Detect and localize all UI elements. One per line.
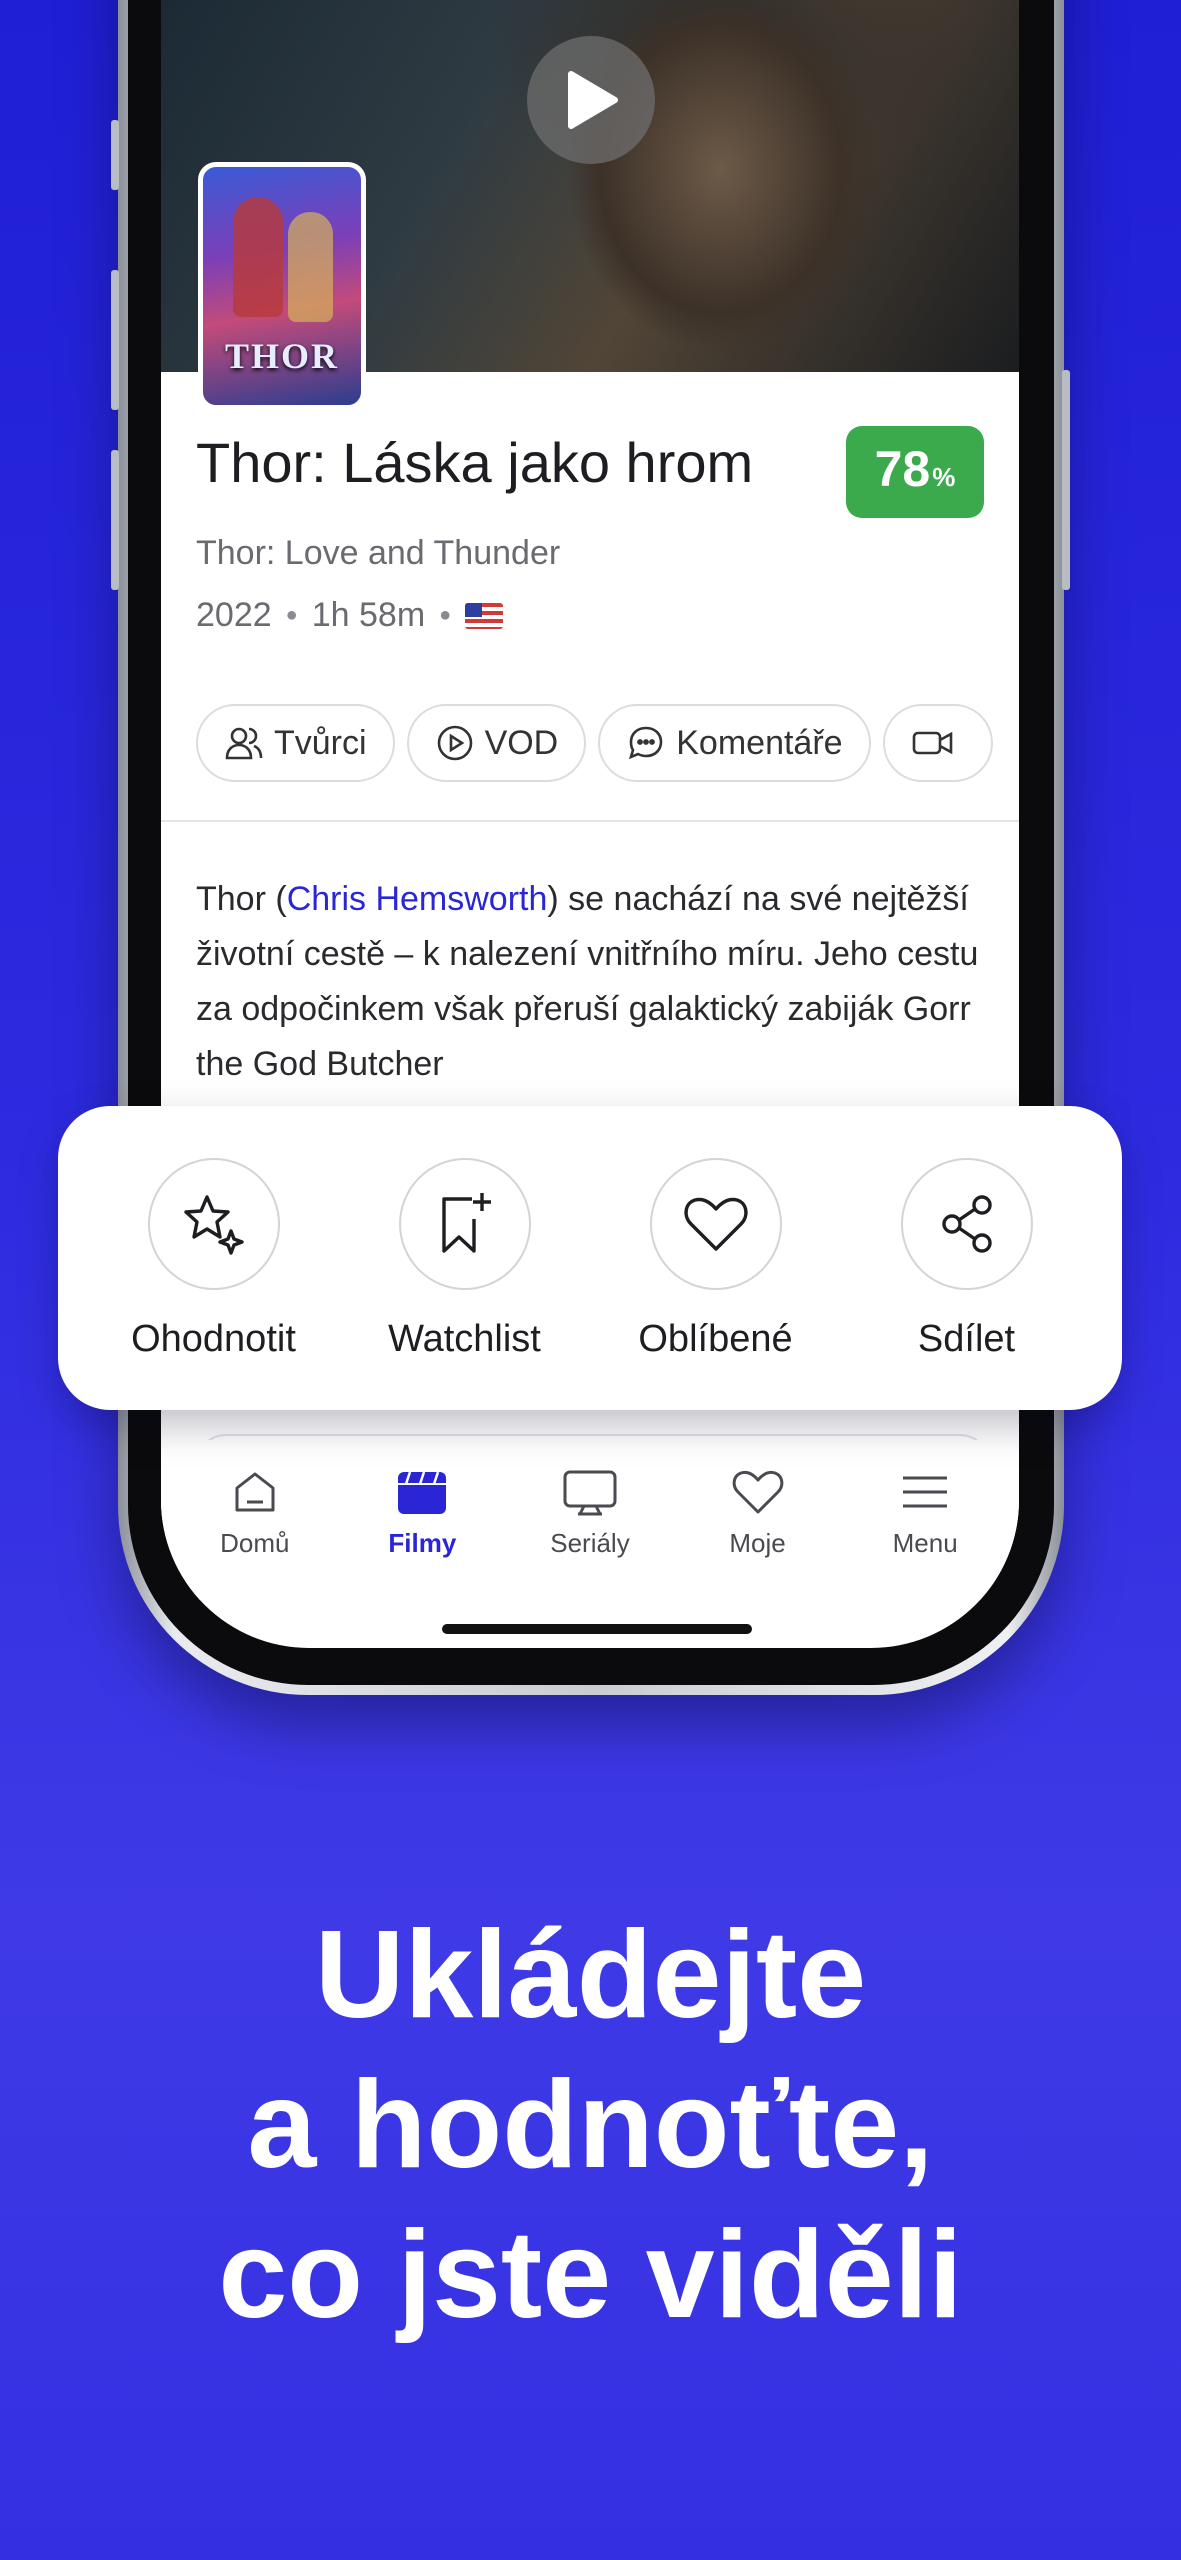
tab-menu[interactable]: Menu	[845, 1440, 1005, 1600]
bookmark-plus-icon	[441, 1193, 491, 1253]
chat-icon	[629, 726, 663, 760]
tab-label: Menu	[892, 1528, 958, 1558]
star-sparkle-icon	[183, 1195, 244, 1255]
tab-label: Seriály	[550, 1528, 630, 1558]
poster-title: THOR	[224, 336, 339, 376]
video-icon	[912, 731, 952, 755]
film-icon	[398, 1471, 447, 1514]
tab-home[interactable]: Domů	[175, 1440, 335, 1600]
rate-button[interactable]: Ohodnotit	[104, 1106, 324, 1410]
divider	[161, 820, 1019, 822]
people-icon	[225, 727, 263, 760]
menu-icon	[903, 1476, 948, 1508]
action-label: Sdílet	[917, 1318, 1016, 1360]
home-indicator[interactable]	[442, 1624, 752, 1634]
tab-series[interactable]: Seriály	[510, 1440, 670, 1600]
rating-badge: 78%	[846, 426, 984, 518]
play-icon	[568, 71, 618, 129]
chip-comments[interactable]: Komentáře	[598, 704, 871, 782]
heart-icon	[732, 1470, 783, 1514]
rating-value: 78	[874, 441, 931, 497]
marketing-headline: Ukládejte a hodnoťte, co jste viděli	[0, 1900, 1181, 2350]
favorite-button[interactable]: Oblíbené	[606, 1106, 826, 1410]
chip-vod[interactable]: VOD	[406, 704, 587, 782]
tab-label: Filmy	[388, 1528, 457, 1558]
phone-volume-down	[111, 450, 119, 590]
actor-link[interactable]: Chris Hemsworth	[287, 880, 548, 918]
headline-line: Ukládejte	[314, 1906, 867, 2044]
original-title: Thor: Love and Thunder	[196, 534, 561, 572]
movie-title: Thor: Láska jako hrom	[196, 431, 754, 494]
bottom-tab-bar: Domů Filmy Seriály Moje Menu	[161, 1440, 1019, 1600]
heart-icon	[683, 1197, 748, 1251]
us-flag-icon	[465, 602, 504, 629]
share-button[interactable]: Sdílet	[857, 1106, 1077, 1410]
headline-line: a hodnoťte,	[247, 2056, 934, 2194]
play-circle-icon	[437, 725, 472, 761]
tab-mine[interactable]: Moje	[678, 1440, 838, 1600]
watchlist-button[interactable]: Watchlist	[355, 1106, 575, 1410]
share-icon	[941, 1195, 992, 1253]
runtime: 1h 58m	[311, 596, 426, 634]
movie-meta: 2022 ● 1h 58m ●	[196, 596, 504, 635]
phone-power-button	[1062, 370, 1070, 590]
tab-label: Domů	[220, 1528, 290, 1558]
play-trailer-button[interactable]	[527, 36, 655, 164]
action-label: Oblíbené	[638, 1318, 793, 1360]
chip-creators[interactable]: Tvůrci	[196, 704, 395, 782]
movie-description: Thor (Chris Hemsworth) se nachází na své…	[196, 880, 979, 1083]
action-label: Ohodnotit	[131, 1318, 296, 1360]
action-card: Ohodnotit Watchlist Oblíbené Sdílet	[58, 1106, 1122, 1410]
home-icon	[235, 1472, 275, 1512]
tab-label: Moje	[729, 1528, 786, 1558]
chip-label: VOD	[484, 723, 559, 762]
rating-unit: %	[932, 462, 956, 492]
phone-volume-up	[111, 270, 119, 410]
release-year: 2022	[196, 596, 272, 634]
chip-label: Tvůrci	[274, 723, 367, 762]
chip-videos[interactable]	[882, 704, 993, 782]
section-chips: Tvůrci VOD Komentáře	[196, 704, 993, 782]
tv-icon	[563, 1470, 617, 1516]
chip-label: Komentáře	[676, 723, 843, 762]
tab-films[interactable]: Filmy	[342, 1440, 502, 1600]
phone-mute-switch	[111, 120, 119, 190]
action-label: Watchlist	[388, 1318, 541, 1360]
headline-line: co jste viděli	[218, 2206, 963, 2344]
movie-poster[interactable]: THOR	[198, 162, 366, 410]
